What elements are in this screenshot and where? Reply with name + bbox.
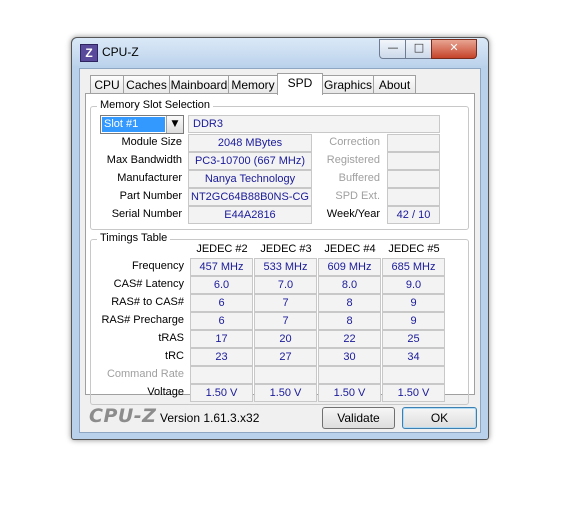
timings-column-header: JEDEC #3 [260, 243, 312, 255]
timings-cell: 457 MHz [190, 258, 253, 276]
timings-group: Timings Table JEDEC #2 JEDEC #3 JEDEC #4… [90, 232, 469, 405]
timings-cell: 6 [190, 312, 253, 330]
spd-panel: Memory Slot Selection Slot #1 ▼ DDR3 Mod… [85, 93, 475, 405]
memory-type-value: DDR3 [188, 115, 440, 133]
correction-label: Correction [329, 136, 380, 148]
timings-cell: 30 [318, 348, 381, 366]
timings-cell: 9.0 [382, 276, 445, 294]
timings-cell: 34 [382, 348, 445, 366]
tab-mainboard[interactable]: Mainboard [169, 75, 229, 94]
timings-row-label: RAS# to CAS# [111, 296, 184, 308]
timings-cell: 7 [254, 294, 317, 312]
minimize-button[interactable]: — [379, 39, 407, 59]
buffered-label: Buffered [338, 172, 380, 184]
tab-about[interactable]: About [373, 75, 416, 94]
correction-value [387, 134, 440, 152]
timings-cell: 8 [318, 294, 381, 312]
timings-cell: 1.50 V [190, 384, 253, 402]
timings-cell: 6 [190, 294, 253, 312]
timings-cell: 8.0 [318, 276, 381, 294]
buffered-value [387, 170, 440, 188]
timings-cell: 1.50 V [254, 384, 317, 402]
week-year-label: Week/Year [326, 208, 380, 220]
registered-value [387, 152, 440, 170]
timings-cell: 1.50 V [382, 384, 445, 402]
timings-cell: 20 [254, 330, 317, 348]
memory-slot-group: Memory Slot Selection Slot #1 ▼ DDR3 Mod… [90, 99, 469, 230]
manufacturer-value: Nanya Technology [188, 170, 312, 188]
timings-cell [254, 366, 317, 384]
timings-row-label: CAS# Latency [113, 278, 184, 290]
timings-column-header: JEDEC #5 [388, 243, 440, 255]
timings-cell: 685 MHz [382, 258, 445, 276]
timings-column-header: JEDEC #2 [196, 243, 248, 255]
tab-spd[interactable]: SPD [277, 73, 323, 95]
timings-row-label: tRC [165, 350, 184, 362]
window-title: CPU-Z [102, 45, 139, 59]
timings-row-label: RAS# Precharge [101, 314, 184, 326]
spd-ext-value [387, 188, 440, 206]
timings-column-header: JEDEC #4 [324, 243, 376, 255]
slot-selected-value: Slot #1 [102, 117, 165, 132]
serial-number-value: E44A2816 [188, 206, 312, 224]
timings-cell: 533 MHz [254, 258, 317, 276]
max-bandwidth-label: Max Bandwidth [106, 154, 182, 166]
module-size-value: 2048 MBytes [188, 134, 312, 152]
timings-cell: 1.50 V [318, 384, 381, 402]
chevron-down-icon[interactable]: ▼ [166, 116, 183, 133]
timings-cell: 8 [318, 312, 381, 330]
timings-cell [382, 366, 445, 384]
tab-memory[interactable]: Memory [228, 75, 278, 94]
week-year-value: 42 / 10 [387, 206, 440, 224]
tab-caches[interactable]: Caches [123, 75, 170, 94]
timings-cell: 27 [254, 348, 317, 366]
ok-button[interactable]: OK [402, 407, 477, 429]
manufacturer-label: Manufacturer [117, 172, 182, 184]
timings-cell [190, 366, 253, 384]
timings-row-label: Frequency [132, 260, 184, 272]
timings-cell: 9 [382, 294, 445, 312]
part-number-value: NT2GC64B88B0NS-CG [188, 188, 312, 206]
timings-cell: 22 [318, 330, 381, 348]
max-bandwidth-value: PC3-10700 (667 MHz) [188, 152, 312, 170]
cpuz-window: Z CPU-Z — □ ✕ CPU Caches Mainboard Memor… [71, 37, 489, 440]
client-area: CPU Caches Mainboard Memory SPD Graphics… [79, 68, 481, 433]
timings-cell: 23 [190, 348, 253, 366]
validate-button[interactable]: Validate [322, 407, 395, 429]
timings-cell: 7 [254, 312, 317, 330]
tab-graphics[interactable]: Graphics [322, 75, 374, 94]
version-label: Version 1.61.3.x32 [160, 411, 260, 425]
close-button[interactable]: ✕ [431, 39, 477, 59]
part-number-label: Part Number [119, 190, 182, 202]
timings-cell: 9 [382, 312, 445, 330]
timings-cell: 25 [382, 330, 445, 348]
registered-label: Registered [326, 154, 380, 166]
tab-cpu[interactable]: CPU [90, 75, 124, 94]
timings-group-title: Timings Table [97, 232, 171, 244]
serial-number-label: Serial Number [111, 208, 182, 220]
timings-cell: 17 [190, 330, 253, 348]
slot-selector[interactable]: Slot #1 ▼ [100, 115, 184, 134]
memory-slot-group-title: Memory Slot Selection [97, 99, 214, 111]
timings-cell: 609 MHz [318, 258, 381, 276]
timings-row-label: tRAS [158, 332, 184, 344]
spd-ext-label: SPD Ext. [335, 190, 380, 202]
maximize-button[interactable]: □ [405, 39, 433, 59]
timings-row-label: Voltage [147, 386, 184, 398]
timings-row-label: Command Rate [106, 368, 184, 380]
timings-cell: 7.0 [254, 276, 317, 294]
title-bar[interactable]: Z CPU-Z — □ ✕ [72, 38, 488, 66]
module-size-label: Module Size [121, 136, 182, 148]
cpuz-app-icon: Z [80, 44, 98, 62]
timings-cell: 6.0 [190, 276, 253, 294]
timings-cell [318, 366, 381, 384]
cpuz-logo: CPU-Z [89, 405, 157, 427]
